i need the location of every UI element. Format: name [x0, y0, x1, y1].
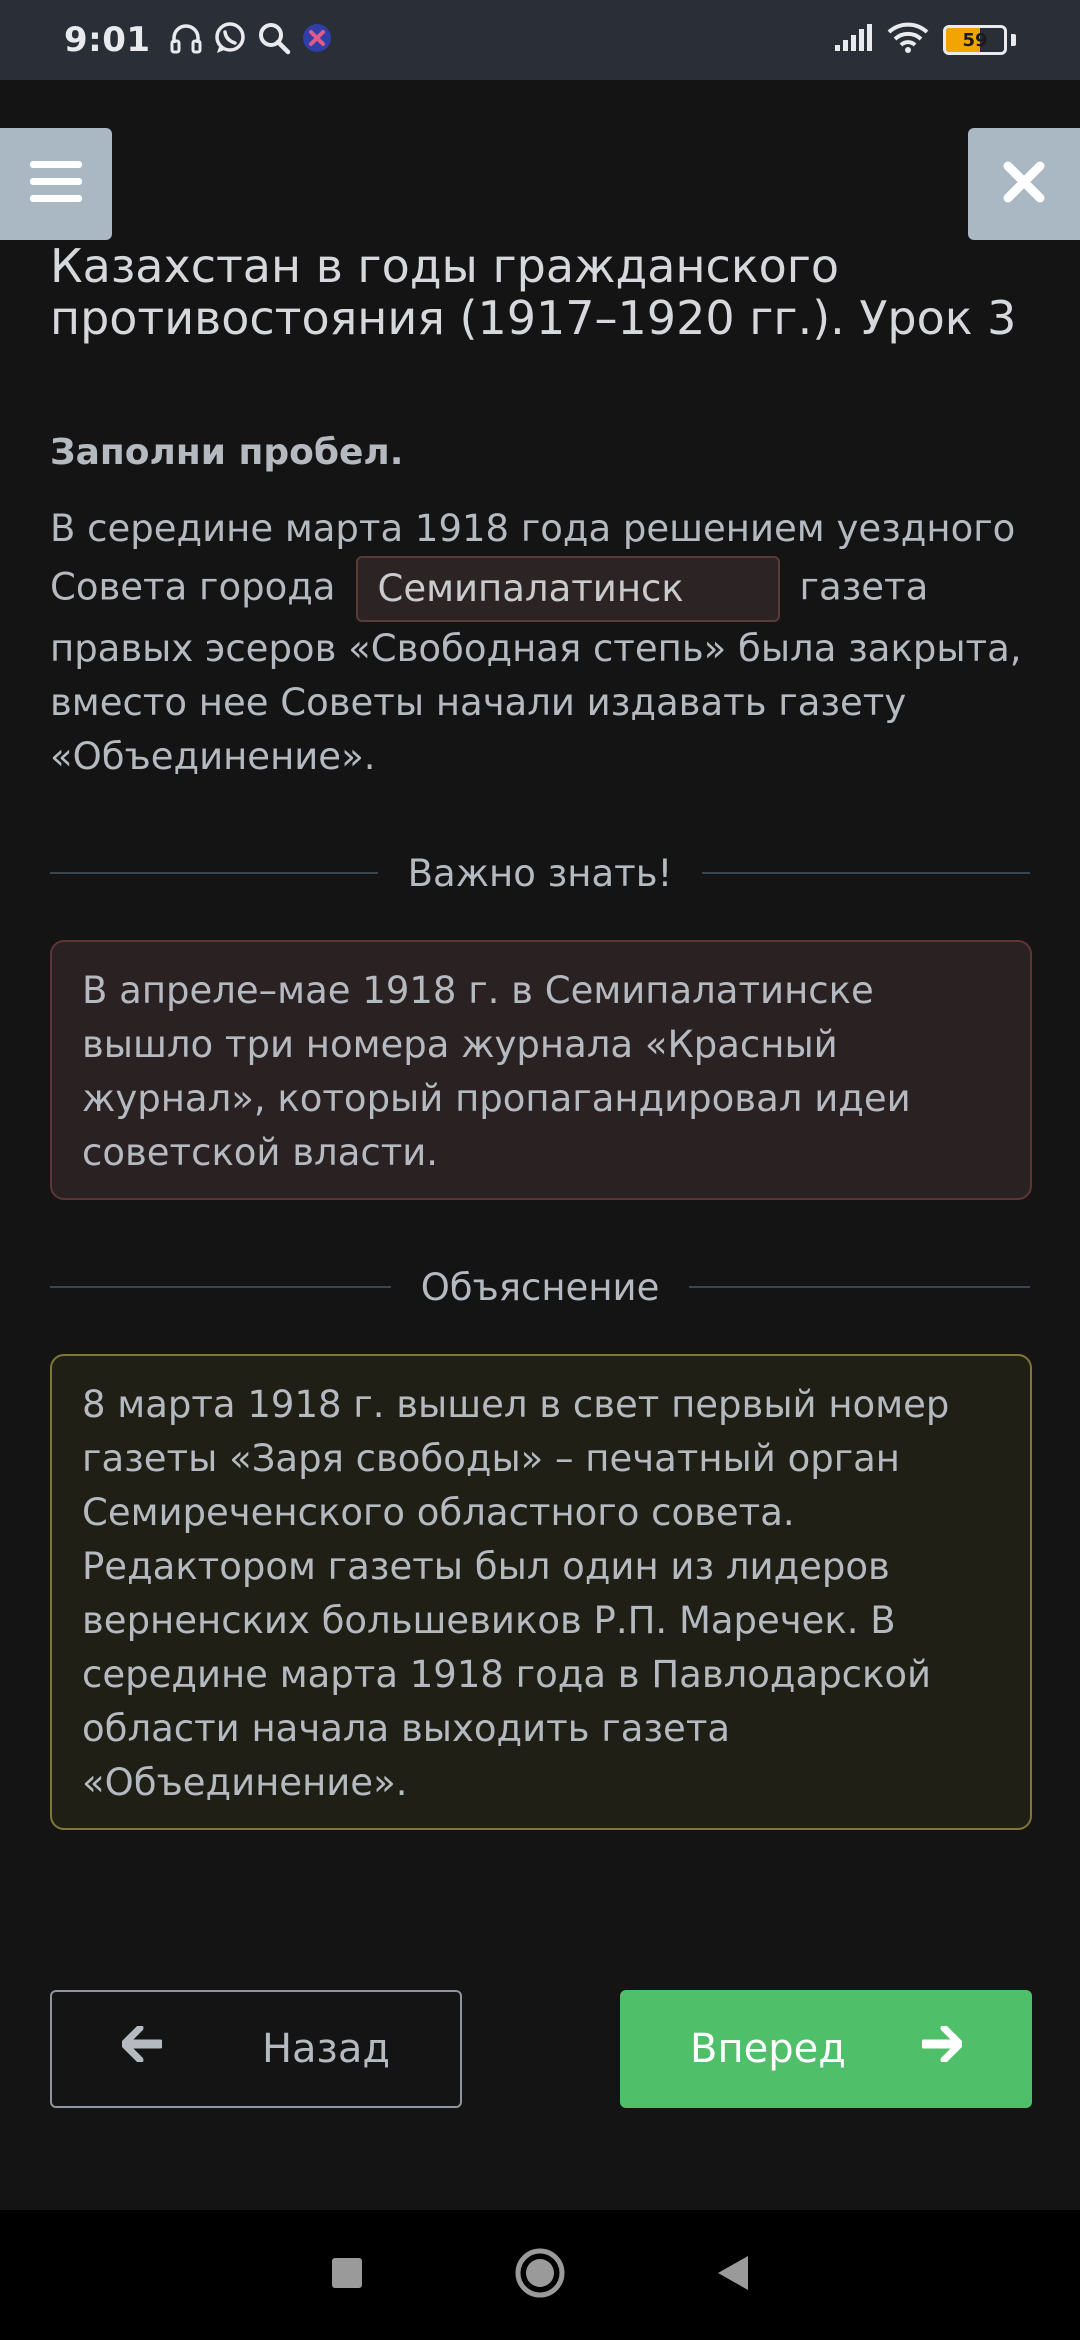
explanation-text: 8 марта 1918 г. вышел в свет первый номе…: [82, 1383, 950, 1804]
important-info-box: В апреле–мае 1918 г. в Семипалатинске вы…: [50, 940, 1032, 1200]
headphones-icon: [169, 21, 203, 59]
arrow-right-icon: [919, 2024, 964, 2072]
battery-tip: [1011, 34, 1016, 46]
wifi-icon: [887, 22, 929, 58]
divider-line-left: [50, 872, 378, 874]
menu-button[interactable]: [0, 128, 112, 240]
status-bar: 9:01 59: [0, 0, 1080, 80]
divider-line-left: [50, 1286, 391, 1288]
battery-level: 59: [962, 29, 988, 51]
close-button[interactable]: [968, 128, 1080, 240]
battery-icon: 59: [943, 25, 1007, 55]
home-icon[interactable]: [514, 2247, 566, 2303]
divider-line-right: [702, 872, 1030, 874]
next-button[interactable]: Вперед: [620, 1990, 1032, 2108]
app-screen: 9:01 59 Казахстан в годы гражданского пр…: [0, 0, 1080, 2340]
signal-icon: [833, 23, 873, 57]
explanation-box: 8 марта 1918 г. вышел в свет первый номе…: [50, 1354, 1032, 1830]
back-icon[interactable]: [716, 2254, 750, 2296]
explanation-heading: Объяснение: [420, 1265, 660, 1309]
close-icon: [1002, 160, 1046, 208]
next-button-label: Вперед: [690, 2026, 846, 2072]
recent-apps-icon[interactable]: [330, 2256, 364, 2294]
important-text: В апреле–мае 1918 г. в Семипалатинске вы…: [82, 969, 911, 1174]
whatsapp-icon: [213, 21, 247, 59]
arrow-left-icon: [120, 2024, 165, 2072]
task-label: Заполни пробел.: [50, 432, 404, 473]
search-icon: [257, 21, 291, 59]
explanation-divider: Объяснение: [50, 1262, 1031, 1312]
status-icons-left: [169, 21, 333, 59]
task-text: В середине марта 1918 года решением уезд…: [50, 502, 1040, 784]
app-badge-icon: [301, 22, 333, 58]
divider-line-right: [689, 1286, 1031, 1288]
back-button-label: Назад: [261, 2026, 390, 2072]
hamburger-menu-icon: [28, 159, 84, 209]
system-nav-bar: [0, 2210, 1080, 2340]
status-icons-right: 59: [833, 22, 1016, 58]
lesson-title: Казахстан в годы гражданского противосто…: [50, 239, 1017, 345]
back-button[interactable]: Назад: [50, 1990, 462, 2108]
answer-input[interactable]: Семипалатинск: [355, 556, 780, 622]
important-heading: Важно знать!: [407, 851, 673, 895]
important-divider: Важно знать!: [50, 848, 1030, 898]
status-time: 9:01: [64, 20, 151, 60]
